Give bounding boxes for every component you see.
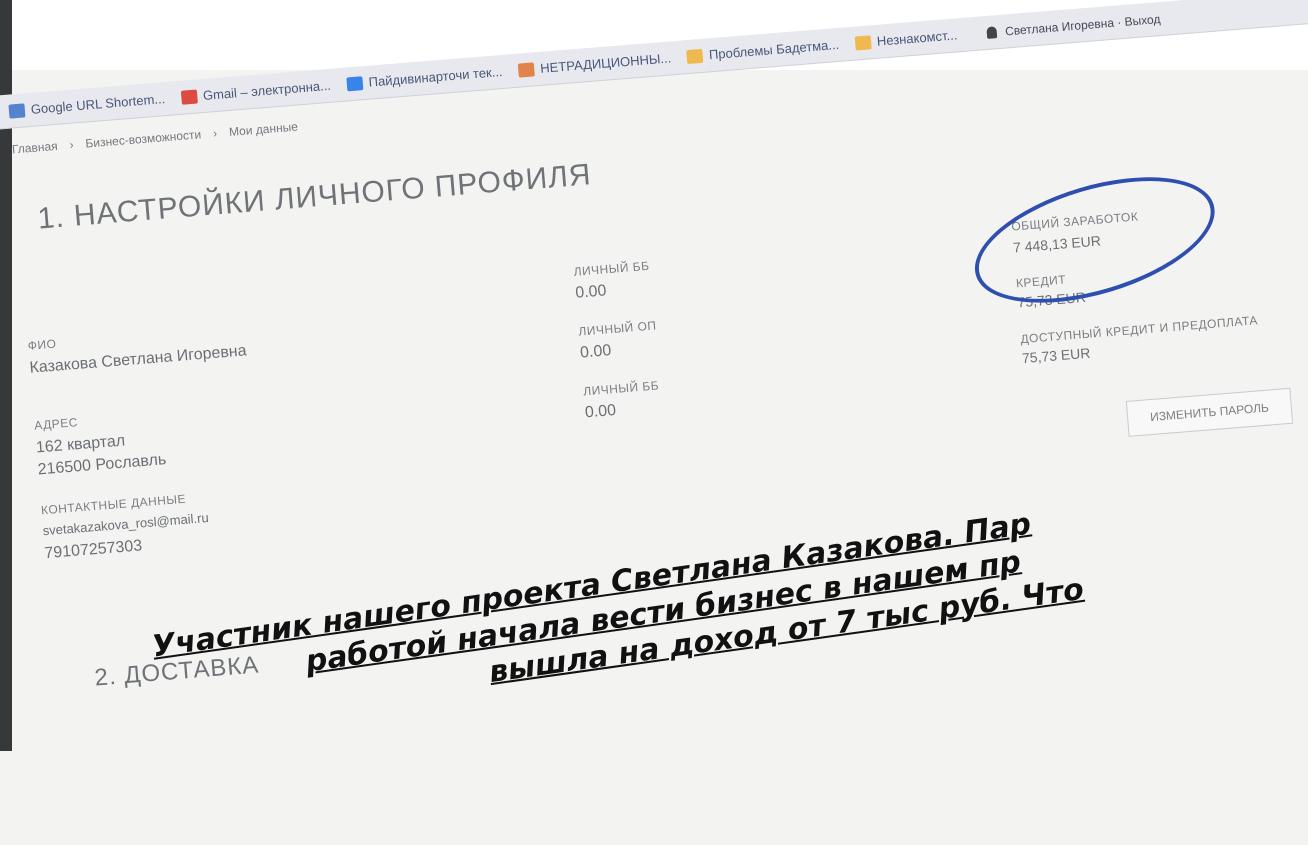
bookmark-icon [854,34,872,51]
bookmark-label: Пайдивинарточи тек... [368,63,504,90]
bookmark-icon [517,61,535,78]
available-credit-label: ДОСТУПНЫЙ КРЕДИТ И ПРЕДОПЛАТА [1019,313,1259,347]
google-shortener-icon [8,102,26,119]
bookmark-google-shortener[interactable]: Google URL Shortem... [8,91,166,119]
user-menu[interactable]: Светлана Игоревна · Выход [986,11,1161,40]
name-value: Казакова Светлана Игоревна [28,342,248,377]
breadcrumb-separator: › [212,126,218,141]
highlight-circle [960,152,1230,328]
bookmark-6[interactable]: Незнакомст... [854,27,958,51]
bookmark-label: НЕТРАДИЦИОННЫ... [539,50,672,76]
breadcrumb: Главная › Бизнес-возможности › Мои данны… [11,120,298,157]
points-label: ЛИЧНЫЙ ББ [582,378,660,399]
bookmark-5[interactable]: Проблемы Бадетма... [686,36,840,64]
bookmark-label: Проблемы Бадетма... [708,36,840,63]
bookmark-translator[interactable]: Пайдивинарточи тек... [346,64,503,91]
bookmark-label: Google URL Shortem... [30,91,166,117]
gmail-icon [180,89,198,105]
name-label: ФИО [27,336,57,353]
user-icon [986,25,998,39]
change-password-button[interactable]: ИЗМЕНИТЬ ПАРОЛЬ [1125,387,1294,437]
points-label: ЛИЧНЫЙ ББ [573,258,650,279]
bookmark-label: Незнакомст... [876,27,958,49]
points-label: ЛИЧНЫЙ ОП [577,318,657,339]
address-label: АДРЕС [33,415,79,433]
breadcrumb-item[interactable]: Главная [11,139,58,157]
translator-icon [346,75,364,91]
bookmark-label: Gmail – электронна... [202,77,332,104]
bookmark-4[interactable]: НЕТРАДИЦИОННЫ... [517,50,672,78]
breadcrumb-separator: › [68,137,75,152]
points-value: 0.00 [574,282,608,302]
available-credit-value: 75,73 EUR [1021,344,1091,367]
breadcrumb-item[interactable]: Бизнес-возможности [85,127,202,150]
breadcrumb-item[interactable]: Мои данные [228,120,298,139]
points-value: 0.00 [584,401,617,422]
page-title: 1. НАСТРОЙКИ ЛИЧНОГО ПРОФИЛЯ [36,158,593,236]
address-line-1: 162 квартал [35,432,126,457]
user-label: Светлана Игоревна · Выход [1004,11,1161,38]
points-value: 0.00 [579,342,612,362]
phone-value: 79107257303 [43,537,143,563]
bookmark-icon [686,48,704,64]
bookmark-gmail[interactable]: Gmail – электронна... [180,78,331,105]
